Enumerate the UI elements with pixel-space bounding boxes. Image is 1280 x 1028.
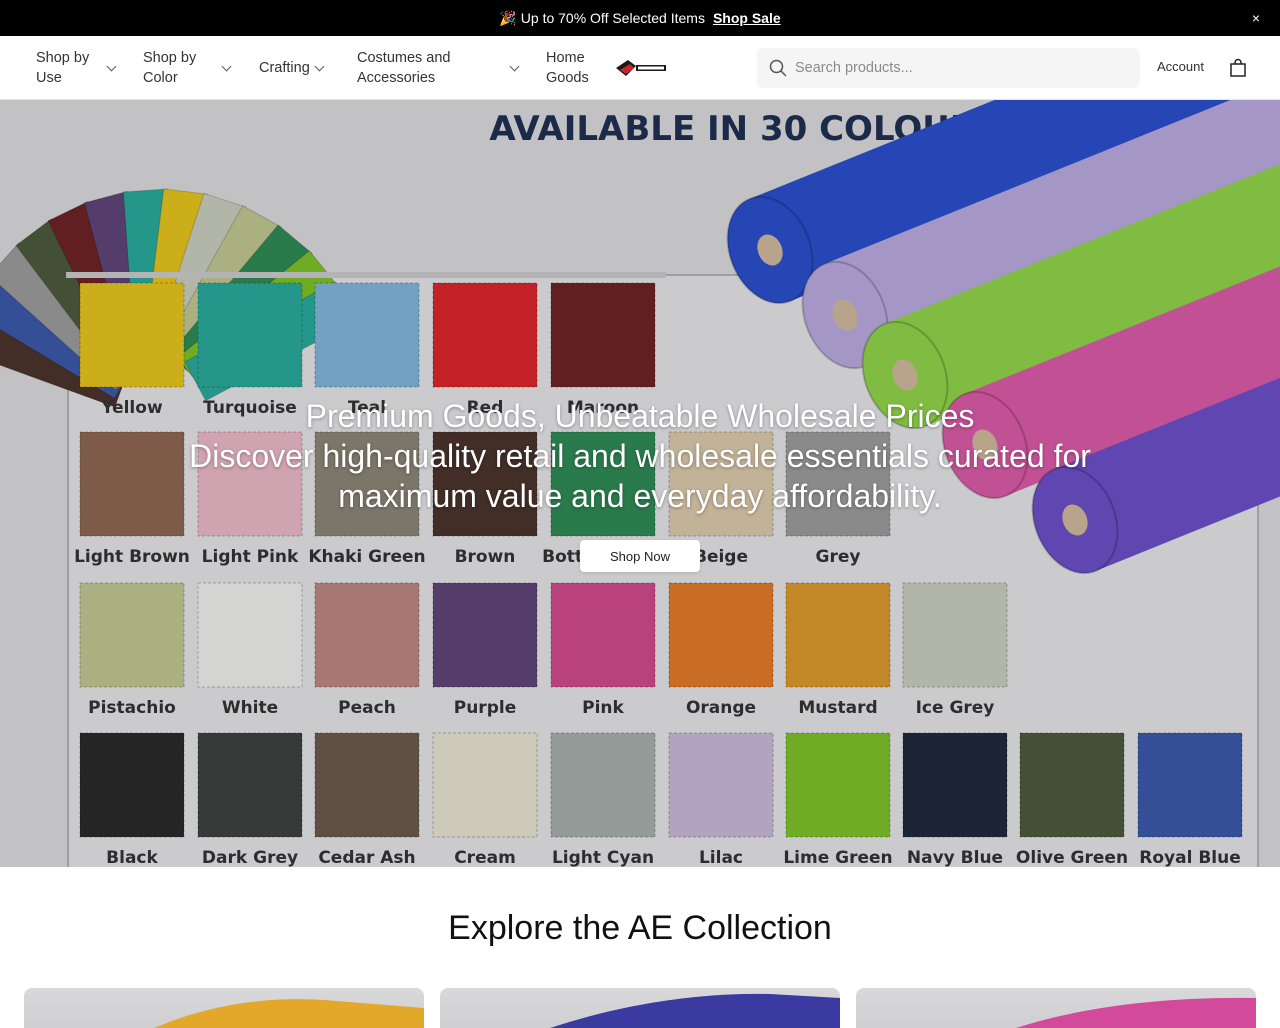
- nav-label: Shop by Use: [36, 50, 90, 86]
- close-icon[interactable]: ×: [1248, 10, 1264, 26]
- hero-banner: AVAILABLE IN 30 COLOURS Yellow Turquoise T…: [0, 100, 1280, 867]
- chevron-down-icon: [106, 61, 117, 71]
- nav-label: Crafting: [259, 60, 310, 76]
- chevron-down-icon: [221, 61, 232, 71]
- announcement-bar: 🎉 Up to 70% Off Selected Items Shop Sale…: [0, 0, 1280, 36]
- site-header: Shop by Use Shop by Color Crafting Costu…: [0, 36, 1280, 100]
- party-icon: 🎉: [499, 9, 517, 26]
- nav-shop-by-color[interactable]: Shop by Color: [143, 36, 232, 100]
- shop-sale-link[interactable]: Shop Sale: [713, 10, 781, 26]
- chevron-down-icon: [314, 61, 325, 71]
- hero-title: Premium Goods, Unbeatable Wholesale Pric…: [305, 398, 975, 434]
- card-fabric-image: [550, 993, 840, 1028]
- collection-card[interactable]: [24, 988, 424, 1028]
- chevron-down-icon: [509, 61, 520, 71]
- collection-card[interactable]: [856, 988, 1256, 1028]
- collection-title: Explore the AE Collection: [448, 909, 832, 947]
- nav-crafting[interactable]: Crafting: [259, 36, 325, 100]
- nav-shop-by-use[interactable]: Shop by Use: [36, 36, 117, 100]
- announcement-message: Up to 70% Off Selected Items: [520, 10, 705, 26]
- nav-label: Shop by Color: [143, 50, 197, 86]
- nav-label: Home Goods: [546, 50, 589, 86]
- nav-home-goods[interactable]: Home Goods: [546, 36, 596, 100]
- card-fabric-image: [154, 999, 424, 1028]
- ae-market-logo[interactable]: [614, 56, 668, 80]
- hero-subtitle: Discover high-quality retail and wholesa…: [189, 438, 1091, 514]
- collection-card[interactable]: [440, 988, 840, 1028]
- search-icon: [769, 59, 787, 77]
- account-link[interactable]: Account: [1157, 59, 1204, 74]
- card-fabric-image: [1016, 997, 1256, 1028]
- nav-label: Costumes and Accessories: [357, 50, 451, 86]
- shopping-bag-icon[interactable]: [1228, 58, 1248, 78]
- nav-costumes[interactable]: Costumes and Accessories: [357, 36, 520, 100]
- shop-now-button[interactable]: Shop Now: [580, 540, 700, 572]
- search-input[interactable]: [795, 60, 1115, 76]
- search-bar[interactable]: [757, 48, 1140, 88]
